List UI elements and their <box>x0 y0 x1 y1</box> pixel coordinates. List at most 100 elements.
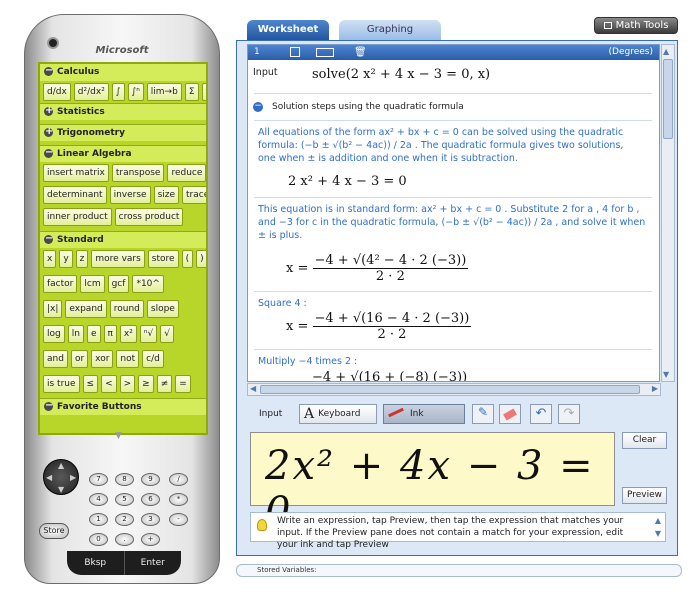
ink-button[interactable]: Ink <box>383 404 465 424</box>
standard-key[interactable]: z <box>75 250 89 268</box>
standard-key[interactable]: factor <box>43 275 78 293</box>
standard-key[interactable]: log <box>43 325 65 343</box>
stored-variables-bar[interactable]: Stored Variables: <box>236 564 682 577</box>
standard-key[interactable]: expand <box>65 300 107 318</box>
linear-algebra-key[interactable]: trace <box>182 186 206 204</box>
scroll-left-icon[interactable]: ◀ <box>250 384 256 393</box>
numpad-key[interactable]: 7 <box>89 473 108 486</box>
numpad-key[interactable]: * <box>169 493 188 506</box>
keyboard-icon[interactable] <box>316 48 334 57</box>
undo-icon[interactable]: ↶ <box>530 404 552 424</box>
scroll-right-icon[interactable]: ▶ <box>652 384 658 393</box>
standard-key[interactable]: ⁿ√ <box>139 325 158 343</box>
standard-key[interactable]: slope <box>146 300 179 318</box>
standard-key[interactable]: store <box>147 250 179 268</box>
standard-key[interactable]: ≤ <box>82 375 99 393</box>
standard-key[interactable]: ) <box>196 250 206 268</box>
dpad-arrows-icon[interactable]: ▲ ▼ ◀ ▶ <box>43 459 79 495</box>
linear-algebra-key[interactable]: inverse <box>109 186 151 204</box>
standard-key[interactable]: gcf <box>107 275 130 293</box>
calculus-key[interactable]: ∫ <box>111 83 125 101</box>
linear-algebra-key[interactable]: cross product <box>114 208 184 226</box>
standard-key[interactable]: ln <box>67 325 84 343</box>
section-statistics[interactable]: Statistics <box>40 103 206 120</box>
numpad-key[interactable]: 0 <box>89 533 108 546</box>
enter-button[interactable]: Enter <box>123 551 182 575</box>
standard-key[interactable]: ≠ <box>156 375 173 393</box>
standard-key[interactable]: x² <box>119 325 137 343</box>
blue-pen-icon[interactable]: ✎ <box>472 404 494 424</box>
standard-key[interactable]: ( <box>181 250 194 268</box>
numpad-key[interactable]: . <box>115 533 134 546</box>
standard-key[interactable]: and <box>43 350 68 368</box>
tip-scroll-up-icon[interactable]: ▲ <box>655 515 661 527</box>
standard-key[interactable]: round <box>109 300 144 318</box>
standard-key[interactable]: xor <box>91 350 114 368</box>
section-standard[interactable]: Standard <box>40 231 206 248</box>
keyboard-button[interactable]: A Keyboard <box>299 404 377 424</box>
clear-button[interactable]: Clear <box>622 432 667 449</box>
standard-key[interactable]: |x| <box>43 300 63 318</box>
tip-scroll-down-icon[interactable]: ▼ <box>655 528 661 540</box>
calculus-key[interactable]: ∫ⁿ <box>127 83 144 101</box>
numpad-key[interactable]: 6 <box>141 493 160 506</box>
math-tools-button[interactable]: Math Tools <box>594 17 678 34</box>
standard-key[interactable]: more vars <box>91 250 145 268</box>
scroll-down-icon[interactable]: ▼ <box>663 370 669 379</box>
numpad-key[interactable]: 8 <box>115 473 134 486</box>
section-trigonometry[interactable]: Trigonometry <box>40 124 206 141</box>
section-calculus[interactable]: Calculus <box>40 64 206 81</box>
numpad-key[interactable]: 1 <box>89 513 108 526</box>
numpad-key[interactable]: + <box>141 533 160 546</box>
calculus-key[interactable]: Σ <box>184 83 199 101</box>
linear-algebra-key[interactable]: insert matrix <box>43 164 109 182</box>
standard-key[interactable]: = <box>175 375 191 393</box>
standard-key[interactable]: c/d <box>142 350 164 368</box>
standard-key[interactable]: not <box>116 350 140 368</box>
standard-key[interactable]: > <box>119 375 136 393</box>
collapse-icon[interactable]: − <box>253 102 263 112</box>
edit-icon[interactable] <box>290 47 300 57</box>
standard-key[interactable]: x <box>43 250 57 268</box>
linear-algebra-key[interactable]: transpose <box>111 164 165 182</box>
linear-algebra-key[interactable]: reduce <box>167 164 206 182</box>
calculus-key[interactable]: lim→b <box>146 83 182 101</box>
linear-algebra-key[interactable]: size <box>153 186 180 204</box>
linear-algebra-key[interactable]: determinant <box>43 186 107 204</box>
standard-key[interactable]: lcm <box>80 275 105 293</box>
store-button[interactable]: Store <box>39 523 69 539</box>
redo-icon[interactable]: ↷ <box>558 404 580 424</box>
standard-key[interactable]: √ <box>160 325 174 343</box>
input-expression[interactable]: solve(2 x² + 4 x − 3 = 0, x) <box>312 67 490 82</box>
standard-key[interactable]: e <box>86 325 101 343</box>
calculus-key[interactable]: d/dx <box>43 83 71 101</box>
numpad-key[interactable]: 5 <box>115 493 134 506</box>
tab-graphing[interactable]: Graphing <box>339 20 441 40</box>
numpad-key[interactable]: 4 <box>89 493 108 506</box>
standard-key[interactable]: is true <box>43 375 80 393</box>
standard-key[interactable]: π <box>103 325 117 343</box>
standard-key[interactable]: or <box>70 350 89 368</box>
tab-worksheet[interactable]: Worksheet <box>247 20 329 40</box>
numpad-key[interactable]: 2 <box>115 513 134 526</box>
numpad-key[interactable]: / <box>169 473 188 486</box>
standard-key[interactable]: ≥ <box>138 375 154 393</box>
calculus-key[interactable]: π <box>201 83 206 101</box>
bksp-button[interactable]: Bksp <box>67 551 124 575</box>
section-favorite-buttons[interactable]: Favorite Buttons <box>40 398 206 415</box>
worksheet-horizontal-scrollbar[interactable]: ◀ ▶ <box>247 383 661 396</box>
standard-key[interactable]: *10^ <box>132 275 164 293</box>
scroll-thumb[interactable] <box>663 59 673 139</box>
numpad-key[interactable]: 9 <box>141 473 160 486</box>
calculus-key[interactable]: d²/dx² <box>73 83 109 101</box>
preview-button[interactable]: Preview <box>622 487 667 504</box>
hscroll-thumb[interactable] <box>260 385 640 394</box>
eraser-icon[interactable] <box>499 404 521 424</box>
worksheet-vertical-scrollbar[interactable]: ▲ ▼ <box>661 44 675 382</box>
linear-algebra-key[interactable]: inner product <box>43 208 112 226</box>
numpad-key[interactable]: 3 <box>141 513 160 526</box>
standard-key[interactable]: y <box>59 250 73 268</box>
trash-icon[interactable]: 🗑 <box>354 46 367 60</box>
numpad-key[interactable]: - <box>169 513 188 526</box>
scroll-up-icon[interactable]: ▲ <box>663 47 669 56</box>
